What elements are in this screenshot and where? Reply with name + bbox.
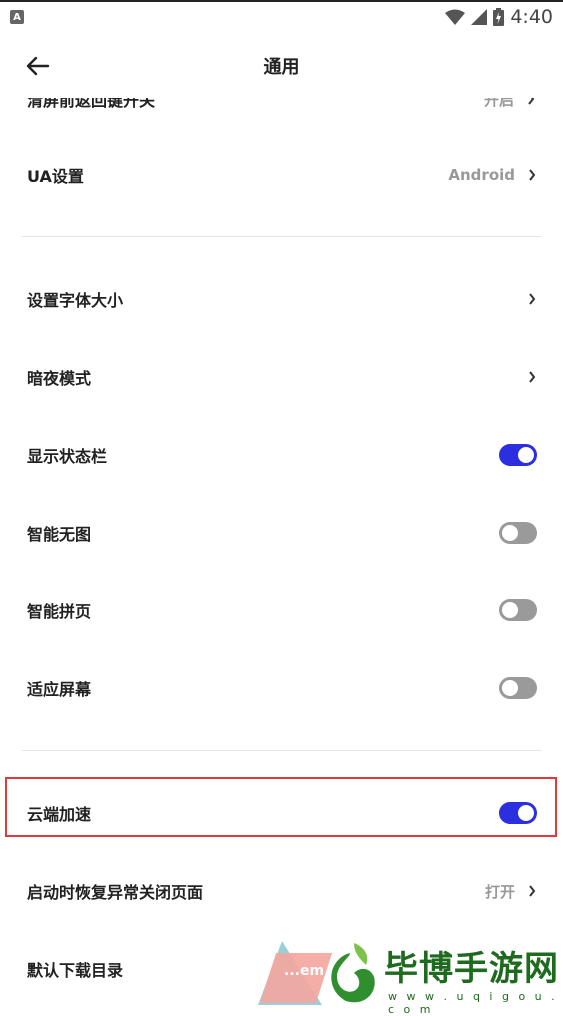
setting-label: 设置字体大小 bbox=[27, 291, 124, 310]
chevron-right-icon bbox=[527, 292, 537, 306]
smart-no-image-toggle[interactable] bbox=[499, 522, 537, 544]
watermark-fragment: ...em bbox=[284, 963, 325, 979]
clock-time: 4:40 bbox=[510, 6, 553, 28]
chevron-right-icon bbox=[527, 168, 537, 182]
wifi-icon bbox=[445, 9, 466, 25]
setting-value: Android bbox=[448, 166, 515, 184]
chevron-right-icon bbox=[526, 98, 536, 106]
setting-row-night-mode[interactable]: 暗夜模式 bbox=[0, 342, 563, 412]
page-title: 通用 bbox=[263, 57, 300, 78]
section-divider bbox=[22, 750, 541, 751]
back-button[interactable] bbox=[20, 48, 56, 84]
app-notification-icon: A bbox=[10, 10, 24, 24]
setting-row-smart-no-image: 智能无图 bbox=[0, 498, 563, 568]
setting-label: 启动时恢复异常关闭页面 bbox=[27, 883, 204, 902]
chevron-right-icon bbox=[527, 884, 537, 898]
arrow-left-icon bbox=[26, 56, 50, 76]
setting-value: 打开 bbox=[484, 882, 515, 901]
fit-screen-toggle[interactable] bbox=[499, 677, 537, 699]
battery-icon bbox=[493, 8, 505, 26]
setting-row-ua[interactable]: UA设置 Android bbox=[0, 140, 563, 210]
setting-row-smart-page-merge: 智能拼页 bbox=[0, 575, 563, 645]
section-divider bbox=[22, 236, 541, 237]
setting-row-fit-screen: 适应屏幕 bbox=[0, 653, 563, 723]
setting-row-restore-pages[interactable]: 启动时恢复异常关闭页面 打开 bbox=[0, 856, 563, 926]
chevron-right-icon bbox=[527, 370, 537, 384]
setting-label: 显示状态栏 bbox=[27, 447, 108, 466]
watermark-url: w w w . u q i g o u . c o m bbox=[388, 990, 558, 1016]
watermark-logo: ...em 毕博手游网 w w w . u q i g o u . c o m bbox=[250, 935, 563, 1016]
setting-row-font-size[interactable]: 设置字体大小 bbox=[0, 264, 563, 334]
app-header: 通用 bbox=[0, 34, 563, 98]
setting-label: 智能无图 bbox=[27, 525, 92, 544]
setting-label: 云端加速 bbox=[27, 805, 92, 824]
smart-page-merge-toggle[interactable] bbox=[499, 599, 537, 621]
watermark-brand: 毕博手游网 bbox=[384, 949, 559, 989]
setting-label: UA设置 bbox=[27, 167, 84, 186]
cloud-acceleration-toggle[interactable] bbox=[499, 802, 537, 824]
clipped-row-label: 清屏前返回键开关 bbox=[27, 98, 156, 110]
setting-label: 智能拼页 bbox=[27, 602, 92, 621]
setting-row-show-status-bar: 显示状态栏 bbox=[0, 420, 563, 490]
leaf-logo-icon bbox=[326, 943, 375, 1003]
clipped-row-value: 开启 bbox=[483, 98, 514, 109]
status-bar: A 4:40 bbox=[0, 0, 563, 34]
setting-label: 暗夜模式 bbox=[27, 369, 92, 388]
setting-row-cloud-acceleration: 云端加速 bbox=[0, 778, 563, 848]
signal-icon bbox=[471, 9, 488, 25]
setting-label: 适应屏幕 bbox=[27, 680, 92, 699]
clipped-settings-row[interactable]: 清屏前返回键开关 开启 bbox=[0, 98, 563, 112]
status-bar-toggle[interactable] bbox=[499, 444, 537, 466]
